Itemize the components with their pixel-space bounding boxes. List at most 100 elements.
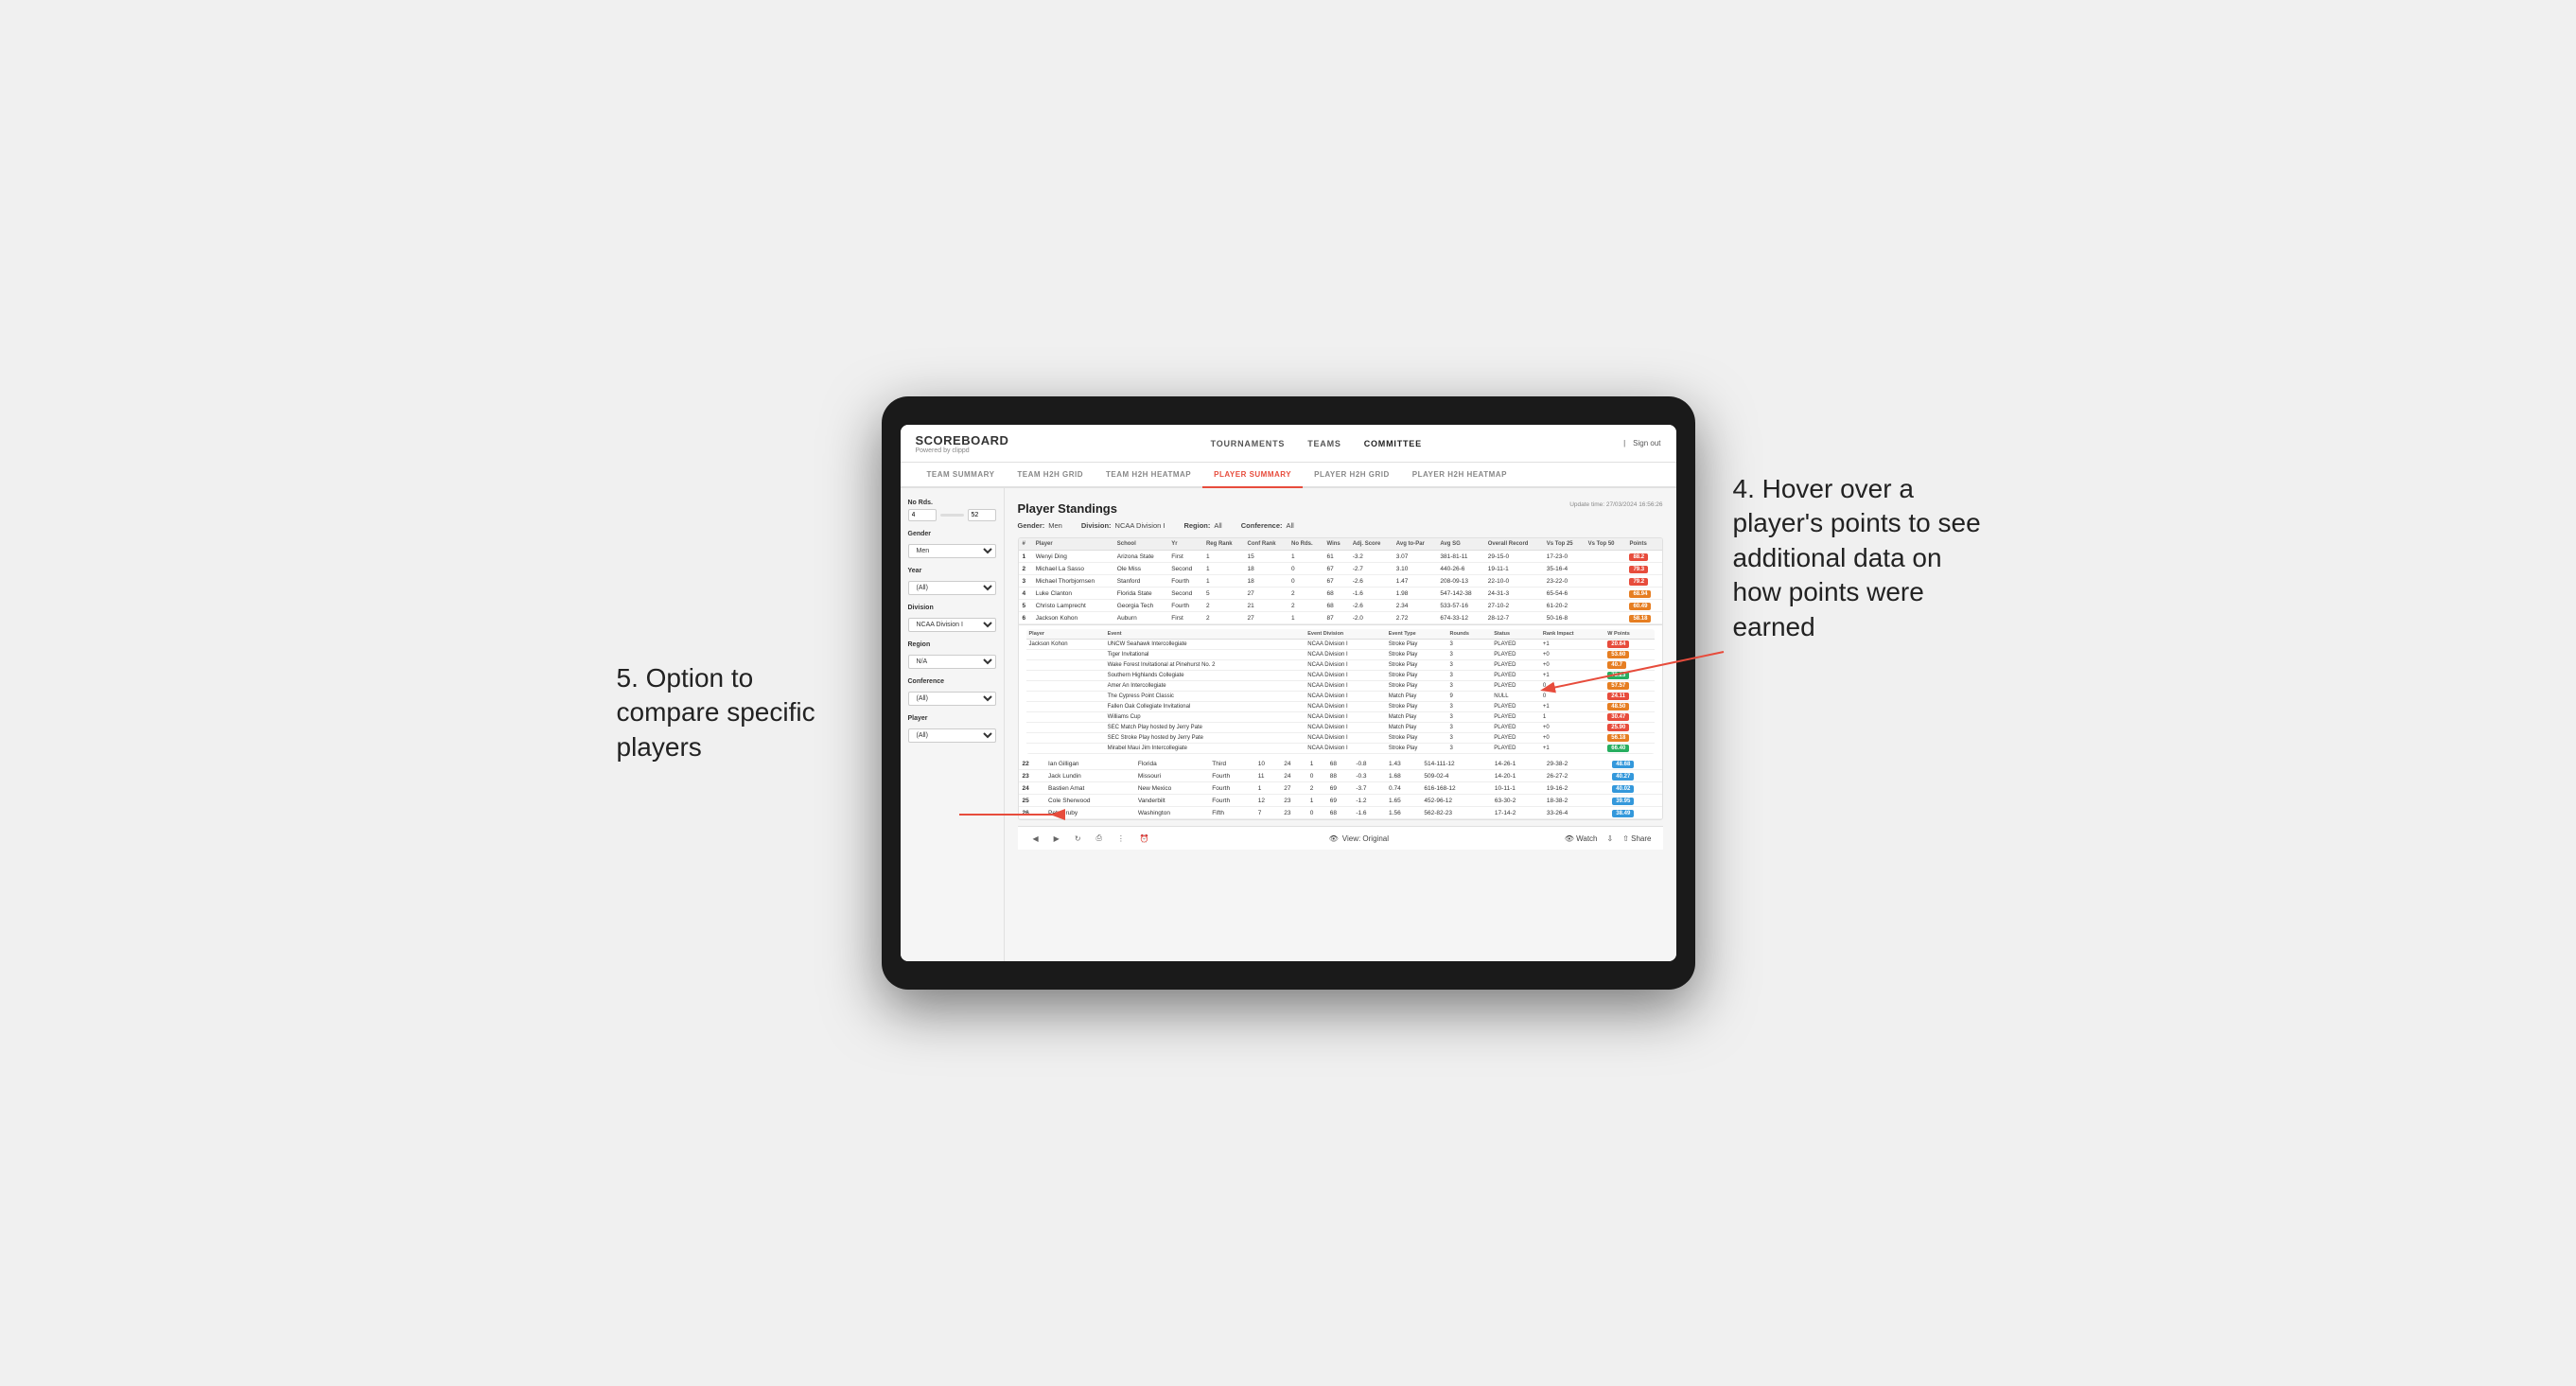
- sidebar-year-select[interactable]: (All): [908, 581, 996, 595]
- tooltip-cell-type: Stroke Play: [1386, 744, 1447, 754]
- tooltip-cell-points[interactable]: 30.47: [1604, 712, 1654, 723]
- view-original-label[interactable]: View: Original: [1342, 834, 1389, 843]
- forward-btn[interactable]: ▶: [1050, 833, 1063, 845]
- cell-rds: 1: [1306, 758, 1326, 770]
- tooltip-cell-type: Stroke Play: [1386, 671, 1447, 681]
- tooltip-cell-points[interactable]: 56.18: [1604, 733, 1654, 744]
- tooltip-row: Wake Forest Invitational at Pinehurst No…: [1026, 660, 1655, 671]
- cell-conf-rank: 24: [1280, 770, 1306, 782]
- sidebar-player-label: Player: [908, 715, 996, 722]
- cell-points[interactable]: 38.49: [1608, 807, 1661, 819]
- main-nav: TOURNAMENTS TEAMS COMMITTEE: [1211, 439, 1422, 448]
- tooltip-cell-points[interactable]: 25.90: [1604, 723, 1654, 733]
- nav-tournaments[interactable]: TOURNAMENTS: [1211, 439, 1286, 448]
- cell-points[interactable]: 48.68: [1608, 758, 1661, 770]
- cell-player: Petr Hruby: [1044, 807, 1134, 819]
- back-btn[interactable]: ◀: [1029, 833, 1043, 845]
- table-row: 22 Ian Gilligan Florida Third 10 24 1 68…: [1019, 758, 1662, 770]
- tooltip-cell-rounds: 3: [1446, 723, 1491, 733]
- tooltip-cell-rounds: 3: [1446, 702, 1491, 712]
- tooltip-cell-points[interactable]: 40.7: [1604, 660, 1654, 671]
- tooltip-cell-points[interactable]: 24.11: [1604, 692, 1654, 702]
- subnav-player-h2h-heatmap[interactable]: PLAYER H2H HEATMAP: [1401, 463, 1518, 488]
- tooltip-cell-player: Jackson Kohon: [1026, 640, 1105, 650]
- tooltip-cell-player: [1026, 681, 1105, 692]
- tooltip-cell-event: Tiger Invitational: [1105, 650, 1306, 660]
- cell-rank: 1: [1019, 551, 1032, 563]
- cell-reg-rank: 11: [1254, 770, 1281, 782]
- col-avg-to-par: Avg to-Par: [1393, 538, 1437, 551]
- tooltip-cell-type: Stroke Play: [1386, 640, 1447, 650]
- cell-points[interactable]: 40.02: [1608, 782, 1661, 795]
- tooltip-row: Mirabel Maui Jim Intercollegiate NCAA Di…: [1026, 744, 1655, 754]
- col-conf-rank: Conf Rank: [1244, 538, 1288, 551]
- cell-points[interactable]: 79.2: [1625, 575, 1661, 588]
- cell-avg-sg: 616-168-12: [1420, 782, 1491, 795]
- range-slider[interactable]: [940, 514, 964, 517]
- nav-committee[interactable]: COMMITTEE: [1364, 439, 1422, 448]
- cell-points[interactable]: 58.18: [1625, 612, 1661, 624]
- tooltip-cell-points[interactable]: 20.64: [1604, 640, 1654, 650]
- tooltip-cell-points[interactable]: 73.23: [1604, 671, 1654, 681]
- cell-rank: 23: [1019, 770, 1045, 782]
- tooltip-cell-points[interactable]: 57.57: [1604, 681, 1654, 692]
- cell-points[interactable]: 40.27: [1608, 770, 1661, 782]
- cell-vs50: [1585, 588, 1626, 600]
- cell-avg-sg: 381-81-11: [1436, 551, 1483, 563]
- tooltip-cell-rounds: 3: [1446, 733, 1491, 744]
- cell-overall: 22-10-0: [1484, 575, 1543, 588]
- range-min-input[interactable]: [908, 509, 937, 521]
- cell-points[interactable]: 60.49: [1625, 600, 1661, 612]
- subnav-player-summary[interactable]: PLAYER SUMMARY: [1202, 463, 1303, 488]
- cell-avg-sg: 440-26-6: [1436, 563, 1483, 575]
- tooltip-cell-status: PLAYED: [1491, 681, 1540, 692]
- download-btn[interactable]: ⇩: [1607, 834, 1614, 843]
- refresh-btn[interactable]: ↻: [1071, 833, 1085, 845]
- cell-vs25: 29-38-2: [1543, 758, 1595, 770]
- cell-avg-sg: 562-82-23: [1420, 807, 1491, 819]
- tooltip-cell-event: SEC Match Play hosted by Jerry Pate: [1105, 723, 1306, 733]
- cell-points[interactable]: 39.95: [1608, 795, 1661, 807]
- tooltip-row: Williams Cup NCAA Division I Match Play …: [1026, 712, 1655, 723]
- nav-teams[interactable]: TEAMS: [1307, 439, 1341, 448]
- table-header-row: # Player School Yr Reg Rank Conf Rank No…: [1019, 538, 1662, 551]
- cell-player: Ian Gilligan: [1044, 758, 1134, 770]
- cell-yr: Third: [1208, 758, 1253, 770]
- subnav-team-h2h-heatmap[interactable]: TEAM H2H HEATMAP: [1095, 463, 1202, 488]
- sidebar-player-select[interactable]: (All): [908, 728, 996, 743]
- tooltip-row: Southern Highlands Collegiate NCAA Divis…: [1026, 671, 1655, 681]
- table-row: 26 Petr Hruby Washington Fifth 7 23 0 68…: [1019, 807, 1662, 819]
- tooltip-cell-event: UNCW Seahawk Intercollegiate: [1105, 640, 1306, 650]
- tooltip-section: Player Event Event Division Event Type R…: [1019, 624, 1662, 758]
- col-vs50: Vs Top 50: [1585, 538, 1626, 551]
- range-max-input[interactable]: [968, 509, 996, 521]
- cell-points[interactable]: 79.3: [1625, 563, 1661, 575]
- sidebar-division-select[interactable]: NCAA Division I: [908, 618, 996, 632]
- tooltip-cell-points[interactable]: 66.40: [1604, 744, 1654, 754]
- tooltip-cell-points[interactable]: 53.60: [1604, 650, 1654, 660]
- cell-avg-to-par: 2.72: [1393, 612, 1437, 624]
- cell-wins: 88: [1326, 770, 1353, 782]
- cell-rds: 2: [1288, 588, 1323, 600]
- sidebar-region-select[interactable]: N/A: [908, 655, 996, 669]
- subnav-team-h2h-grid[interactable]: TEAM H2H GRID: [1006, 463, 1095, 488]
- sign-out-link[interactable]: Sign out: [1633, 439, 1660, 447]
- tooltip-cell-rounds: 3: [1446, 640, 1491, 650]
- tooltip-cell-points[interactable]: 48.50: [1604, 702, 1654, 712]
- subnav-player-h2h-grid[interactable]: PLAYER H2H GRID: [1303, 463, 1401, 488]
- subnav-team-summary[interactable]: TEAM SUMMARY: [916, 463, 1007, 488]
- menu-btn[interactable]: ⋮: [1113, 833, 1129, 845]
- sidebar-conference-select[interactable]: (All): [908, 692, 996, 706]
- cell-points[interactable]: 88.2: [1625, 551, 1661, 563]
- cell-points[interactable]: 68.94: [1625, 588, 1661, 600]
- clock-btn[interactable]: ⏰: [1136, 833, 1153, 845]
- filter-division: Division: NCAA Division I: [1081, 521, 1165, 530]
- tooltip-cell-status: PLAYED: [1491, 723, 1540, 733]
- copy-btn[interactable]: ⎙: [1093, 832, 1106, 845]
- cell-wins: 67: [1323, 575, 1348, 588]
- watch-btn[interactable]: 👁 Watch: [1565, 834, 1598, 843]
- cell-avg-sg: 208-09-13: [1436, 575, 1483, 588]
- sidebar-gender-select[interactable]: Men: [908, 544, 996, 558]
- content-area: Player Standings Update time: 27/03/2024…: [1005, 488, 1676, 961]
- share-btn[interactable]: ⇧ Share: [1622, 834, 1651, 843]
